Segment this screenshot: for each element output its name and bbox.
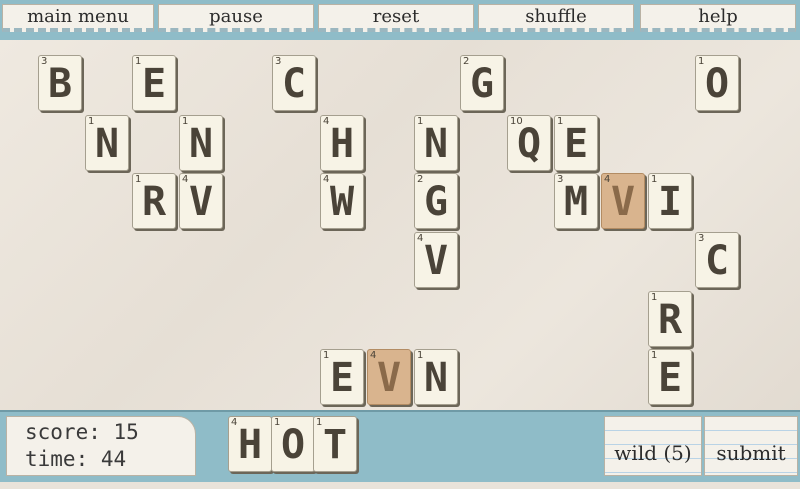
letter-tile[interactable]: 1E bbox=[554, 115, 598, 171]
tile-letter: N bbox=[423, 121, 449, 167]
letter-tile[interactable]: 2G bbox=[460, 55, 504, 111]
time-text: time: 44 bbox=[25, 447, 127, 471]
tile-letter: C bbox=[281, 61, 307, 107]
tile-letter: G bbox=[469, 61, 495, 107]
tile-letter: V bbox=[376, 355, 402, 401]
tile-letter: H bbox=[329, 121, 355, 167]
tile-letter: E bbox=[657, 355, 683, 401]
tile-letter: V bbox=[423, 238, 449, 284]
tile-letter: E bbox=[329, 355, 355, 401]
letter-tile[interactable]: 1O bbox=[695, 55, 739, 111]
letter-tile[interactable]: 2G bbox=[414, 173, 458, 229]
tile-letter: W bbox=[329, 179, 355, 225]
letter-tile[interactable]: 1R bbox=[648, 291, 692, 347]
letter-tile[interactable]: 1R bbox=[132, 173, 176, 229]
reset-button[interactable]: reset bbox=[318, 4, 474, 32]
letter-tile[interactable]: 4W bbox=[320, 173, 364, 229]
tile-letter: N bbox=[423, 355, 449, 401]
tile-letter: G bbox=[423, 179, 449, 225]
tile-letter: B bbox=[47, 61, 73, 107]
tile-letter: T bbox=[322, 422, 348, 468]
letter-tile[interactable]: 10 Q bbox=[507, 115, 551, 171]
letter-tile[interactable]: 3B bbox=[38, 55, 82, 111]
help-button[interactable]: help bbox=[640, 4, 796, 32]
tile-letter: N bbox=[94, 121, 120, 167]
rack-tile[interactable]: 4H bbox=[228, 416, 272, 472]
letter-tile[interactable]: 3M bbox=[554, 173, 598, 229]
tile-letter: N bbox=[188, 121, 214, 167]
letter-tile[interactable]: 1N bbox=[179, 115, 223, 171]
letter-tile[interactable]: 1E bbox=[320, 349, 364, 405]
rack-tile[interactable]: 1O bbox=[271, 416, 315, 472]
letter-tile[interactable]: 1E bbox=[132, 55, 176, 111]
tile-letter: R bbox=[657, 297, 683, 343]
tile-letter: Q bbox=[516, 121, 542, 167]
wild-letter-tile[interactable]: 4V bbox=[601, 173, 645, 229]
tile-letter: V bbox=[188, 179, 214, 225]
score-panel: score: 15 time: 44 bbox=[6, 416, 196, 476]
letter-tile[interactable]: 3C bbox=[272, 55, 316, 111]
tile-letter: I bbox=[657, 179, 683, 225]
tile-letter: R bbox=[141, 179, 167, 225]
pause-button[interactable]: pause bbox=[158, 4, 314, 32]
main-menu-button[interactable]: main menu bbox=[2, 4, 154, 32]
tile-letter: O bbox=[704, 61, 730, 107]
letter-tile[interactable]: 1N bbox=[414, 115, 458, 171]
tile-letter: M bbox=[563, 179, 589, 225]
top-menu-bar: main menu pause reset shuffle help bbox=[0, 0, 800, 44]
wild-button[interactable]: wild (5) bbox=[604, 416, 702, 476]
wild-letter-tile[interactable]: 4V bbox=[367, 349, 411, 405]
tile-letter: E bbox=[141, 61, 167, 107]
submit-button[interactable]: submit bbox=[704, 416, 798, 476]
letter-tile[interactable]: 4V bbox=[414, 232, 458, 288]
letter-tile[interactable]: 1N bbox=[85, 115, 129, 171]
letter-tile[interactable]: 1I bbox=[648, 173, 692, 229]
letter-tile[interactable]: 1N bbox=[414, 349, 458, 405]
letter-tile[interactable]: 3C bbox=[695, 232, 739, 288]
tile-letter: E bbox=[563, 121, 589, 167]
tile-letter: C bbox=[704, 238, 730, 284]
rack-tile[interactable]: 1T bbox=[313, 416, 357, 472]
tile-letter: O bbox=[280, 422, 306, 468]
tile-letter: V bbox=[610, 179, 636, 225]
tile-letter: H bbox=[237, 422, 263, 468]
letter-tile[interactable]: 1E bbox=[648, 349, 692, 405]
letter-tile[interactable]: 4H bbox=[320, 115, 364, 171]
letter-tile[interactable]: 4V bbox=[179, 173, 223, 229]
shuffle-button[interactable]: shuffle bbox=[478, 4, 634, 32]
score-text: score: 15 bbox=[25, 420, 139, 444]
